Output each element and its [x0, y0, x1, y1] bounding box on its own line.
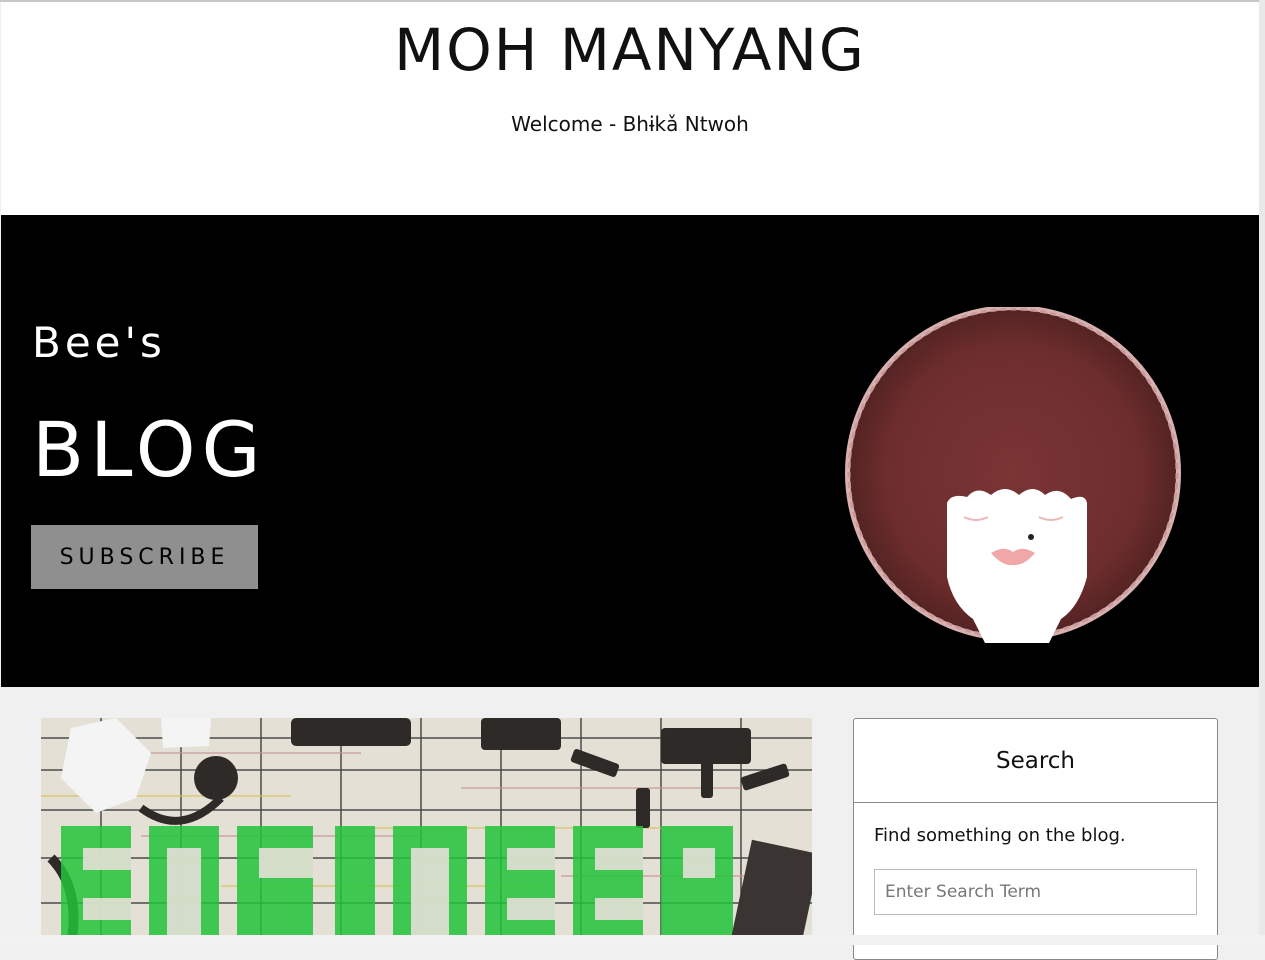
window-bottom-edge — [0, 935, 1265, 945]
vertical-scrollbar[interactable] — [1259, 0, 1265, 945]
hero-subtitle: Bee's — [32, 318, 166, 367]
subscribe-button[interactable]: SUBSCRIBE — [31, 525, 258, 589]
site-tagline: Welcome - Bhɨkǎ Ntwoh — [511, 112, 749, 136]
search-widget-description: Find something on the blog. — [874, 825, 1126, 846]
search-widget-heading: Search — [854, 719, 1217, 803]
search-widget: Search Find something on the blog. — [853, 718, 1218, 960]
site-title[interactable]: MOH MANYANG — [1, 16, 1259, 84]
main-content: Search Find something on the blog. — [1, 687, 1259, 960]
site-header: MOH MANYANG Welcome - Bhɨkǎ Ntwoh — [1, 2, 1259, 215]
search-input[interactable] — [874, 869, 1197, 915]
hero-banner: Bee's BLOG SUBSCRIBE — [1, 215, 1259, 687]
engineer-collage-image[interactable] — [41, 718, 812, 945]
afro-woman-avatar-icon — [845, 307, 1181, 643]
hero-title: BLOG — [32, 405, 267, 494]
